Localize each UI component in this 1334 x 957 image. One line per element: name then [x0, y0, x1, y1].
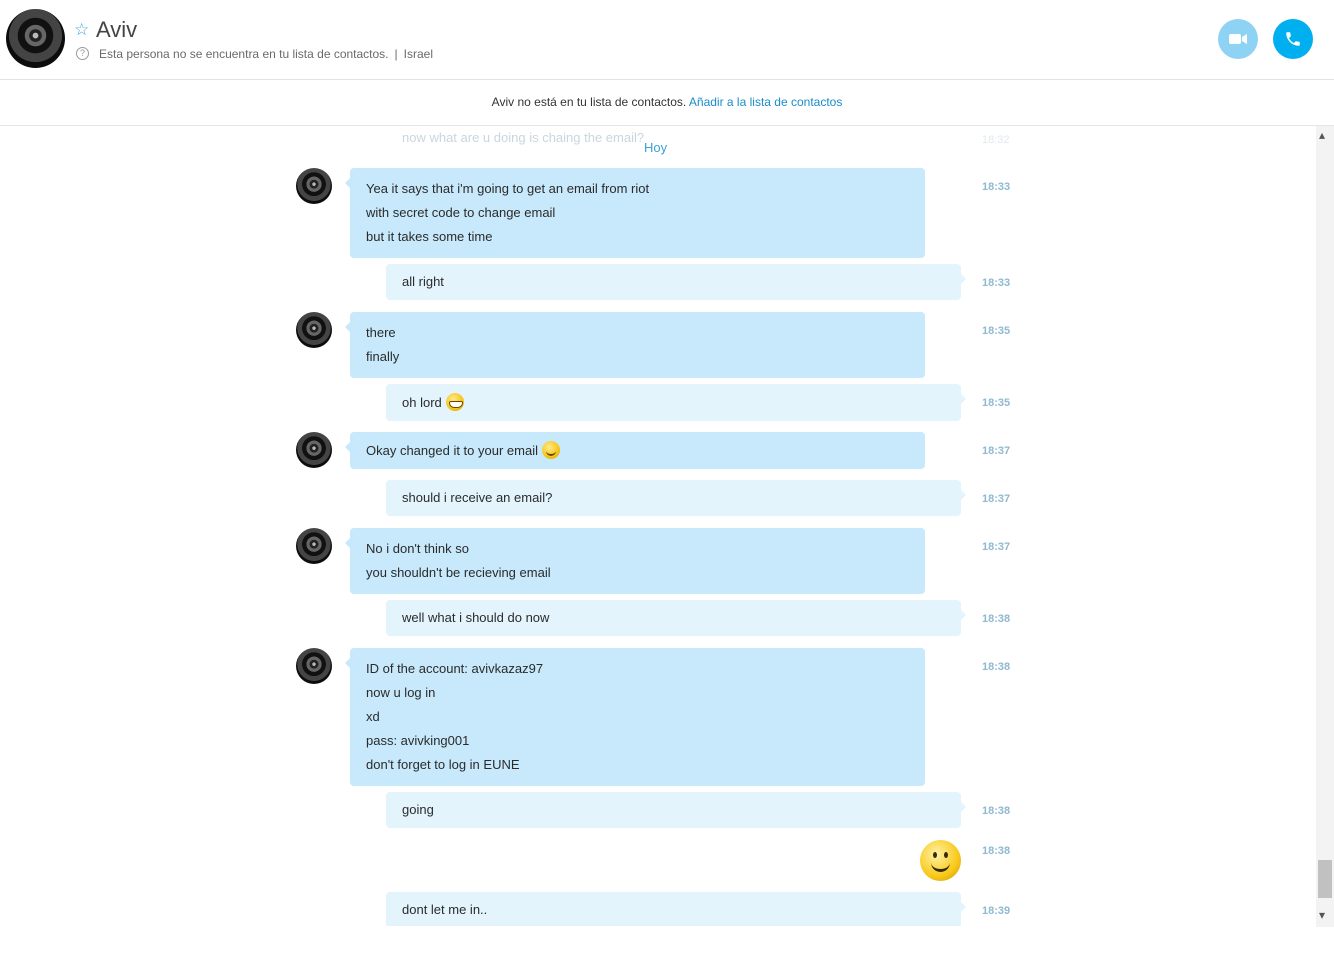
outgoing-message[interactable]: dont let me in.. — [386, 892, 966, 926]
incoming-message[interactable]: Yea it says that i'm going to get an ema… — [345, 168, 925, 258]
message-text: Okay changed it to your email — [366, 443, 538, 458]
phone-icon — [1286, 32, 1300, 46]
outgoing-message[interactable]: going — [386, 792, 966, 828]
sender-avatar[interactable] — [296, 432, 332, 468]
message-timestamp: 18:38 — [982, 613, 1011, 625]
message-line: there — [366, 325, 396, 340]
message-line: Yea it says that i'm going to get an ema… — [366, 181, 650, 196]
message-line: xd — [366, 709, 380, 724]
message-line: going — [402, 802, 434, 817]
message-timestamp: 18:37 — [982, 493, 1011, 505]
big-smile-emoticon-icon[interactable] — [920, 840, 961, 881]
smile-emoticon-icon — [541, 441, 560, 459]
message-line: with secret code to change email — [366, 205, 556, 220]
message-line: all right — [402, 274, 444, 289]
banner-text: Aviv no está en tu lista de contactos. — [491, 95, 687, 109]
message-line: well what i should do now — [402, 610, 550, 625]
grin-emoticon-icon — [445, 393, 464, 411]
message-timestamp: 18:33 — [982, 181, 1011, 193]
emoticon-eye — [933, 852, 937, 858]
chat-footer — [0, 927, 1334, 957]
outgoing-message[interactable]: oh lord — [386, 384, 966, 421]
message-line: Okay changed it to your email — [366, 441, 909, 460]
message-timestamp: 18:38 — [982, 805, 1011, 817]
outgoing-message[interactable]: should i receive an email? — [386, 480, 966, 516]
outgoing-message[interactable]: all right — [386, 264, 966, 300]
message-timestamp: 18:37 — [982, 541, 1011, 553]
emoticon-eye — [944, 852, 948, 858]
message-line: now u log in — [366, 685, 436, 700]
help-icon[interactable]: ? — [76, 47, 89, 60]
conversation-header: ☆ Aviv ? Esta persona no se encuentra en… — [0, 0, 1334, 80]
add-to-contacts-link[interactable]: Añadir a la lista de contactos — [689, 95, 842, 109]
incoming-message[interactable]: Okay changed it to your email — [345, 432, 925, 469]
message-line: should i receive an email? — [402, 490, 553, 505]
contact-name[interactable]: Aviv — [96, 17, 137, 43]
contact-location: Israel — [403, 47, 433, 61]
message-line: dont let me in.. — [402, 902, 488, 917]
outgoing-message[interactable]: well what i should do now — [386, 600, 966, 636]
faded-message: now what are u doing is chaing the email… — [402, 130, 645, 145]
message-text: oh lord — [402, 395, 442, 410]
message-timestamp: 18:33 — [982, 277, 1011, 289]
message-line: you shouldn't be recieving email — [366, 565, 551, 580]
message-line: oh lord — [402, 393, 945, 412]
status-separator: | — [394, 47, 398, 61]
message-line: ID of the account: avivkazaz97 — [366, 661, 544, 676]
sender-avatar[interactable] — [296, 168, 332, 204]
sender-avatar[interactable] — [296, 648, 332, 684]
scroll-thumb[interactable] — [1318, 860, 1332, 898]
voice-call-button[interactable] — [1273, 19, 1313, 59]
message-line: don't forget to log in EUNE — [366, 757, 520, 772]
day-separator: Hoy — [644, 140, 668, 155]
message-history[interactable]: now what are u doing is chaing the email… — [0, 126, 1316, 926]
incoming-message[interactable]: there finally — [345, 312, 925, 378]
scroll-down-icon[interactable]: ▾ — [1319, 908, 1325, 922]
message-timestamp: 18:37 — [982, 445, 1011, 457]
star-icon[interactable]: ☆ — [74, 21, 89, 38]
faded-timestamp: 18:32 — [982, 134, 1010, 146]
status-text: Esta persona no se encuentra en tu lista… — [99, 47, 389, 61]
video-call-icon — [1229, 34, 1247, 44]
message-timestamp: 18:38 — [982, 845, 1011, 857]
incoming-message[interactable]: No i don't think so you shouldn't be rec… — [345, 528, 925, 594]
scroll-up-icon[interactable]: ▴ — [1319, 128, 1325, 142]
contact-avatar[interactable] — [6, 9, 65, 68]
message-timestamp: 18:35 — [982, 397, 1011, 409]
message-line: pass: avivking001 — [366, 733, 470, 748]
contact-status: Esta persona no se encuentra en tu lista… — [99, 47, 433, 61]
message-timestamp: 18:35 — [982, 325, 1011, 337]
sender-avatar[interactable] — [296, 312, 332, 348]
message-line: but it takes some time — [366, 229, 493, 244]
message-line: finally — [366, 349, 400, 364]
message-timestamp: 18:38 — [982, 661, 1011, 673]
message-timestamp: 18:39 — [982, 905, 1011, 917]
sender-avatar[interactable] — [296, 528, 332, 564]
incoming-message[interactable]: ID of the account: avivkazaz97 now u log… — [345, 648, 925, 786]
not-in-contacts-banner: Aviv no está en tu lista de contactos. A… — [0, 80, 1334, 126]
video-call-button[interactable] — [1218, 19, 1258, 59]
message-line: No i don't think so — [366, 541, 469, 556]
chat-scrollbar[interactable]: ▴ ▾ — [1316, 126, 1334, 927]
emoticon-mouth — [931, 860, 950, 872]
